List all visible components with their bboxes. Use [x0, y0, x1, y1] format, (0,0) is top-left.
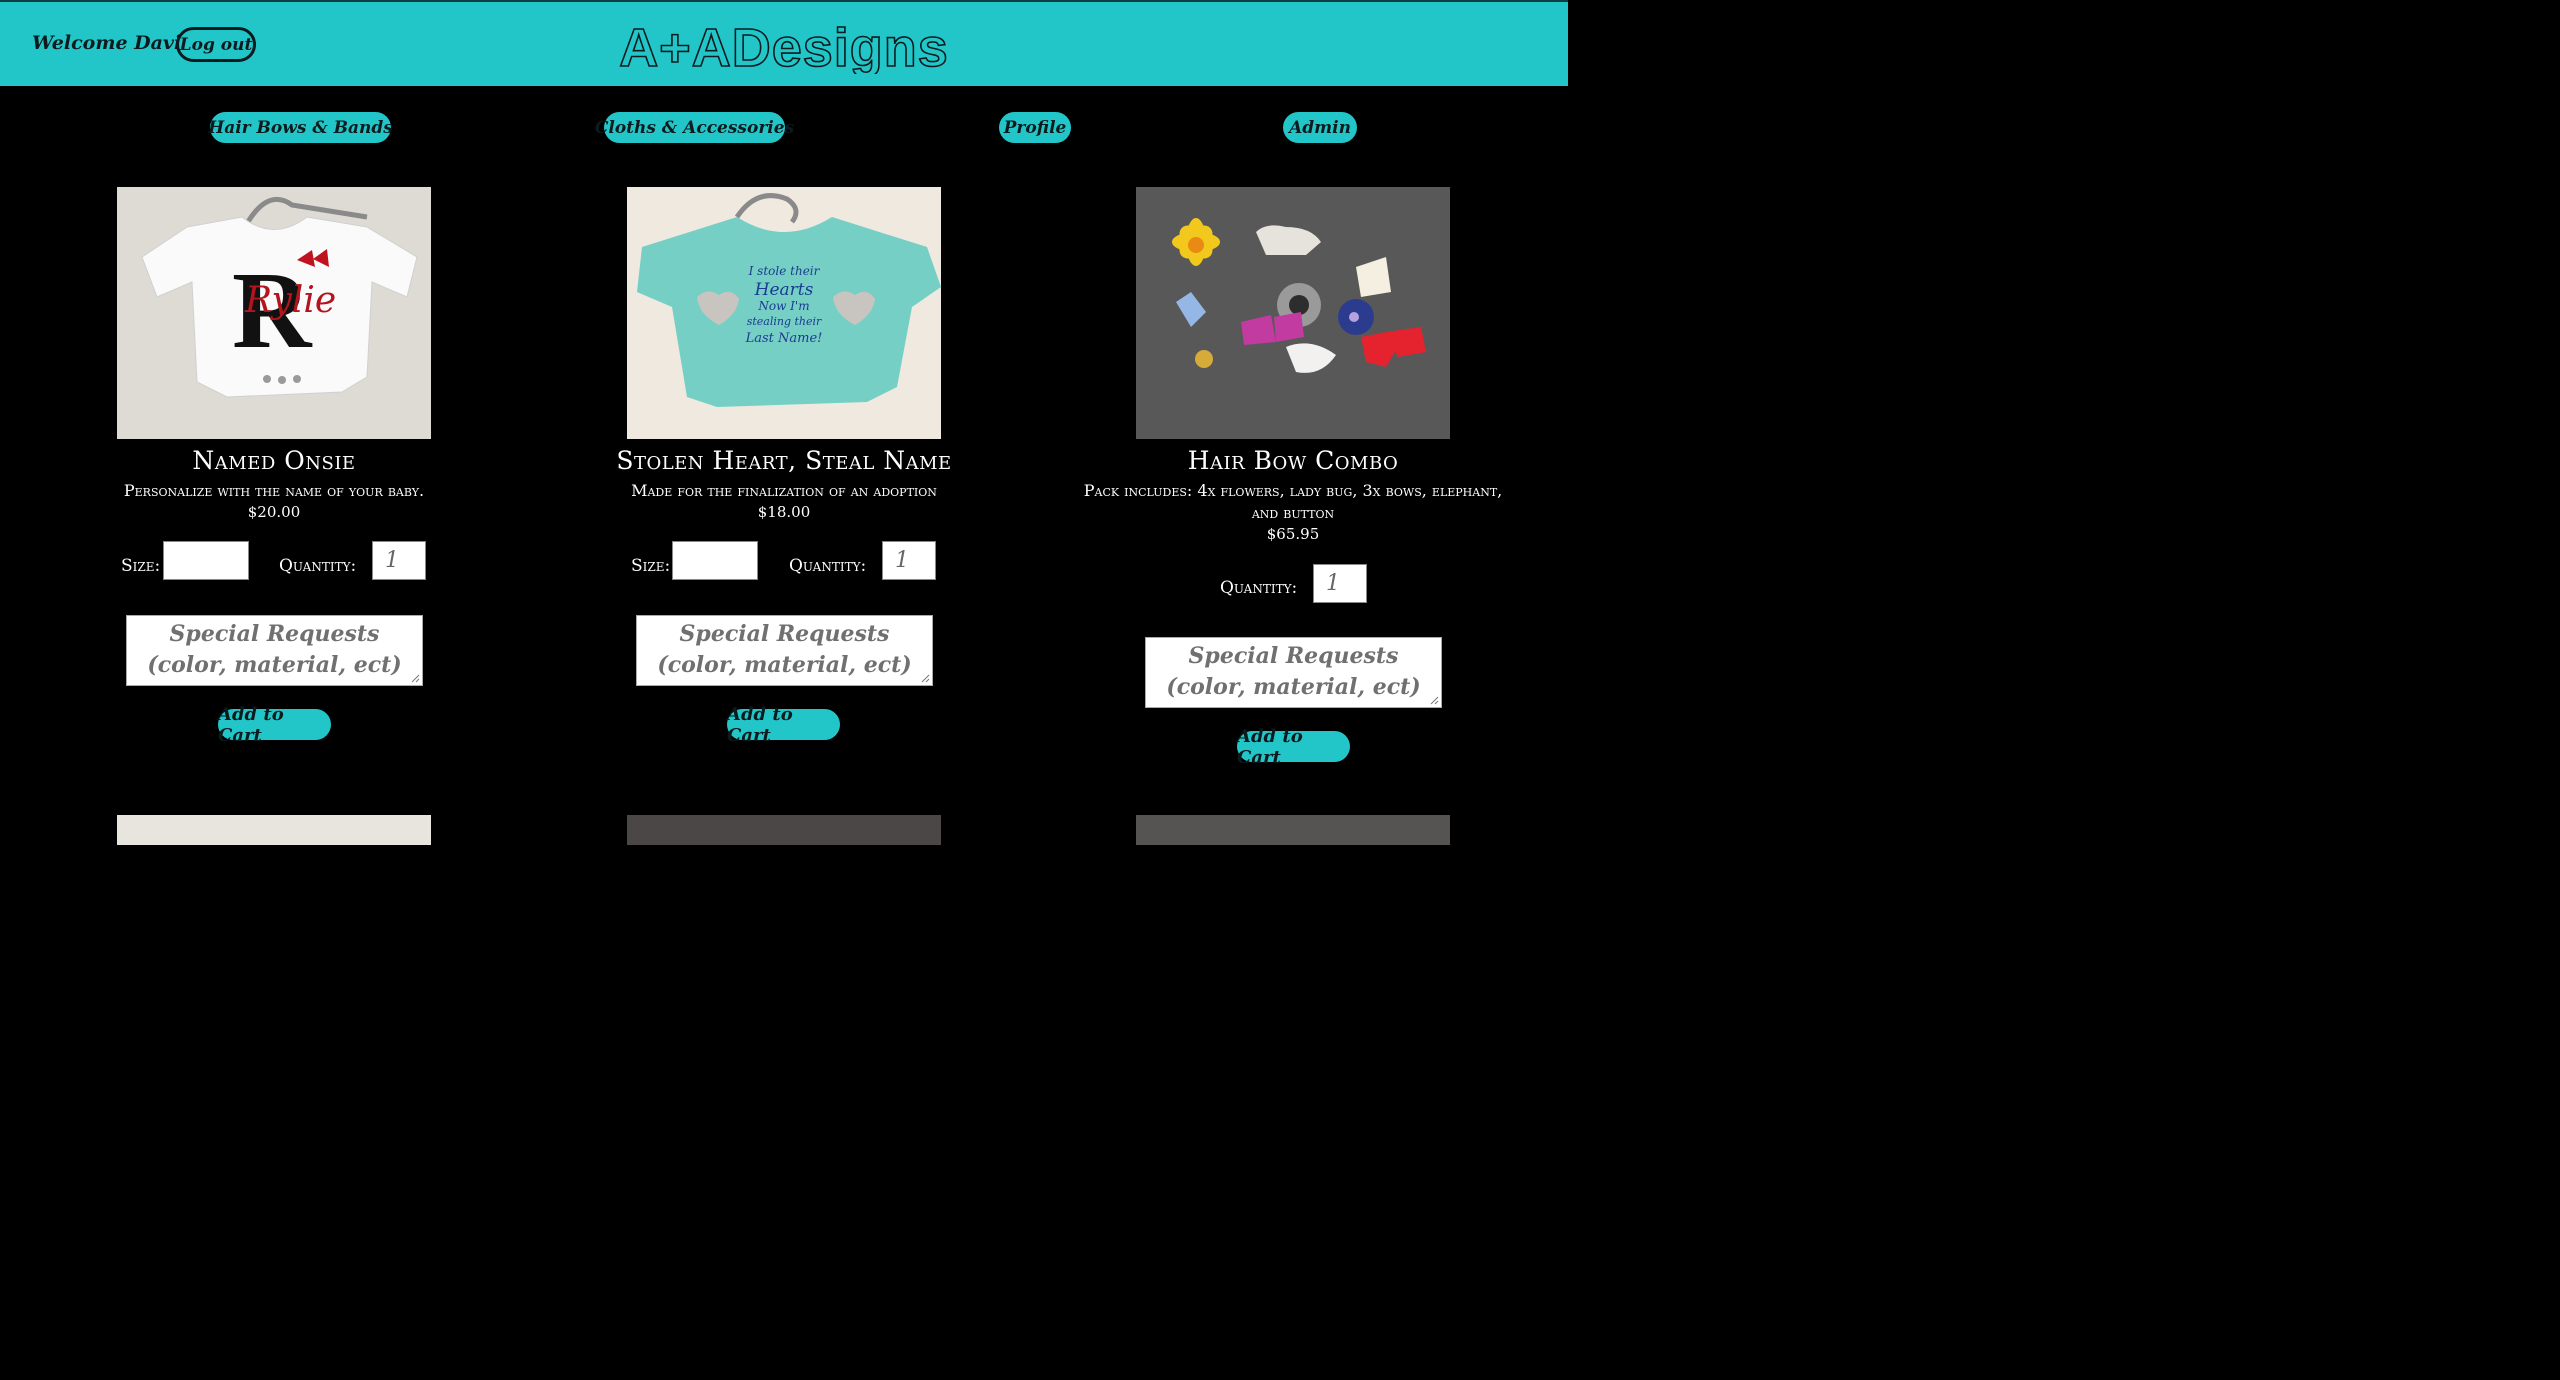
size-label: Size:	[121, 556, 161, 576]
logout-button[interactable]: Log out	[176, 27, 256, 62]
resize-grip-icon[interactable]	[1430, 696, 1439, 705]
shirt-line-2: Hearts	[754, 280, 814, 300]
product-name: Stolen Heart, Steal Name	[616, 446, 952, 475]
quantity-input[interactable]: 1	[882, 541, 936, 580]
add-to-cart-button[interactable]: Add to Cart	[727, 704, 840, 746]
shirt-line-3: Now I'm	[757, 299, 809, 313]
logo-text: A+ADesigns	[619, 18, 949, 74]
product-description: Pack includes: 4x flowers, lady bug, 3x …	[1083, 481, 1503, 522]
welcome-message: Welcome David	[32, 32, 195, 54]
quantity-label: Quantity:	[1220, 578, 1298, 598]
product-name: Hair Bow Combo	[1187, 446, 1399, 475]
special-requests-placeholder: Special Requests (color, material, ect)	[1166, 643, 1421, 700]
size-label: Size:	[631, 556, 671, 576]
add-to-cart-button[interactable]: Add to Cart	[1237, 726, 1350, 768]
product-name: Named Onsie	[192, 446, 356, 475]
top-bar: Welcome David Log out A+ADesigns	[0, 0, 1568, 86]
quantity-input[interactable]: 1	[1313, 564, 1367, 603]
product-image-next-2[interactable]	[627, 815, 941, 845]
shirt-line-1: I stole their	[748, 264, 821, 278]
product-image-next-3[interactable]	[1136, 815, 1450, 845]
nav-profile[interactable]: Profile	[999, 112, 1071, 143]
special-requests-placeholder: Special Requests (color, material, ect)	[657, 621, 912, 678]
onesie-name: Rylie	[244, 280, 336, 321]
size-input[interactable]	[163, 541, 249, 580]
shirt-line-5: Last Name!	[745, 331, 823, 346]
quantity-label: Quantity:	[279, 556, 357, 576]
product-price: $65.95	[1266, 525, 1320, 543]
product-image-teal-onesie[interactable]: I stole their Hearts Now I'm stealing th…	[627, 187, 941, 439]
quantity-label: Quantity:	[789, 556, 867, 576]
special-requests-textarea[interactable]: Special Requests (color, material, ect)	[1145, 637, 1442, 708]
product-image-hair-bows[interactable]	[1136, 187, 1450, 439]
shirt-line-4: stealing their	[747, 315, 822, 328]
quantity-input[interactable]: 1	[372, 541, 426, 580]
special-requests-placeholder: Special Requests (color, material, ect)	[147, 621, 402, 678]
product-price: $20.00	[247, 503, 301, 521]
product-description: Personalize with the name of your baby.	[123, 481, 425, 500]
special-requests-textarea[interactable]: Special Requests (color, material, ect)	[636, 615, 933, 686]
nav-admin[interactable]: Admin	[1283, 112, 1357, 143]
product-image-onesie[interactable]: R Rylie	[117, 187, 431, 439]
size-input[interactable]	[672, 541, 758, 580]
resize-grip-icon[interactable]	[411, 674, 420, 683]
nav-hair-bows-bands[interactable]: Hair Bows & Bands	[208, 112, 393, 143]
product-price: $18.00	[757, 503, 811, 521]
nav-cloths-accessories[interactable]: Cloths & Accessories	[595, 112, 794, 143]
site-logo: A+ADesigns	[618, 17, 949, 74]
add-to-cart-button[interactable]: Add to Cart	[218, 704, 331, 746]
product-image-next-1[interactable]	[117, 815, 431, 845]
resize-grip-icon[interactable]	[921, 674, 930, 683]
product-description: Made for the finalization of an adoption	[631, 481, 937, 500]
special-requests-textarea[interactable]: Special Requests (color, material, ect)	[126, 615, 423, 686]
